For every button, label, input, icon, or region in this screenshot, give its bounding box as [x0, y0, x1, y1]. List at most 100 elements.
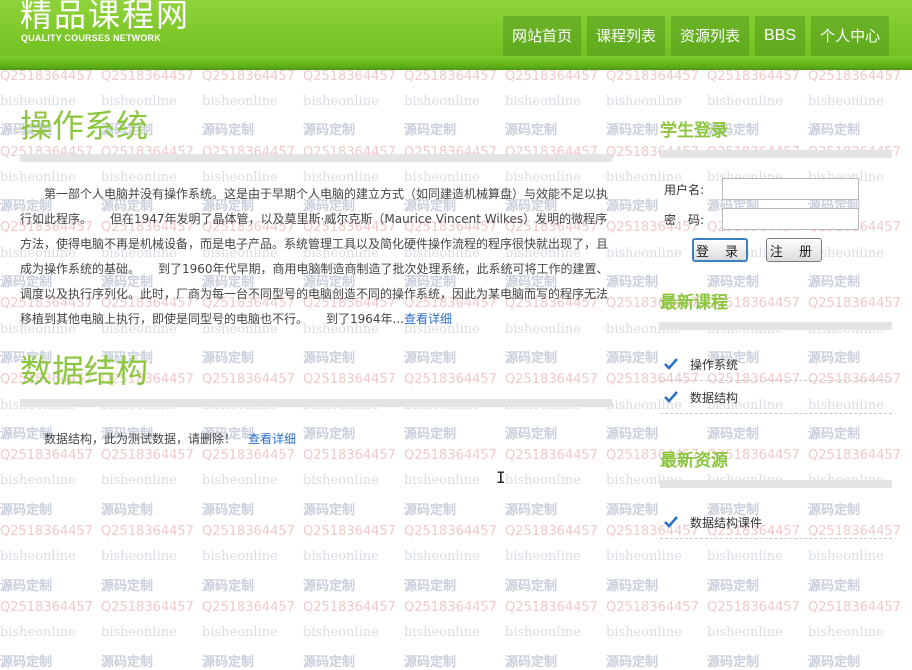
register-button[interactable]: 注 册: [766, 238, 822, 262]
watermark-text: 源码定制: [303, 578, 356, 594]
watermark-text: bisheonline: [808, 625, 884, 641]
divider: [20, 154, 612, 162]
watermark-text: 源码定制: [505, 502, 558, 518]
login-button[interactable]: 登 录: [692, 238, 748, 262]
divider: [660, 322, 892, 330]
watermark-text: 源码定制: [0, 502, 53, 518]
watermark-text: 源码定制: [808, 654, 861, 670]
watermark-text: 源码定制: [707, 578, 760, 594]
nav-bbs[interactable]: BBS: [755, 16, 806, 56]
watermark-text: Q2518364457: [707, 599, 800, 615]
username-row: 用户名:: [660, 178, 892, 200]
article-title: 操作系统: [20, 107, 149, 145]
watermark-text: bisheonline: [404, 473, 480, 489]
watermark-text: 源码定制: [101, 502, 154, 518]
watermark-text: Q2518364457: [505, 448, 598, 464]
watermark-text: bisheonline: [0, 549, 76, 565]
watermark-text: bisheonline: [303, 549, 379, 565]
watermark-text: 源码定制: [505, 578, 558, 594]
nav-resource-list[interactable]: 资源列表: [671, 16, 750, 56]
article-os: 操作系统 第一部个人电脑并没有操作系统。这是由于早期个人电脑的建立方式（如同建造…: [20, 100, 612, 332]
watermark-text: bisheonline: [505, 549, 581, 565]
latest-courses-list: 操作系统 数据结构: [660, 348, 892, 414]
article-summary: 数据结构，此为测试数据，请删除！ 查看详细: [20, 430, 612, 447]
watermark-text: Q2518364457: [404, 448, 497, 464]
article-data-structure: 数据结构 数据结构，此为测试数据，请删除！ 查看详细: [20, 345, 612, 447]
watermark-row: 源码定制 源码定制 源码定制 源码定制 源码定制 源码定制 源码定制 源码定制 源码定制: [0, 651, 909, 670]
username-input[interactable]: [722, 178, 859, 200]
list-item[interactable]: 操作系统: [660, 348, 892, 381]
watermark-text: 源码定制: [707, 654, 760, 670]
watermark-text: bisheonline: [202, 625, 278, 641]
watermark-text: Q2518364457: [101, 524, 194, 539]
watermark-text: Q2518364457: [303, 524, 396, 539]
watermark-text: 源码定制: [303, 502, 356, 518]
watermark-text: 源码定制: [0, 578, 53, 594]
watermark-text: Q2518364457: [101, 448, 194, 464]
watermark-text: bisheonline: [303, 473, 379, 489]
sidebar: 学生登录 用户名: 密 码: 登 录 注 册 最新课程 操作系统 数据结构 最新…: [660, 118, 892, 539]
watermark-text: bisheonline: [606, 625, 682, 641]
watermark-text: bisheonline: [707, 93, 783, 109]
view-details-link[interactable]: 查看详细: [248, 432, 296, 446]
watermark-text: 源码定制: [0, 654, 53, 670]
latest-resources-list: 数据结构课件: [660, 506, 892, 539]
list-item[interactable]: 数据结构课件: [660, 506, 892, 539]
login-buttons: 登 录 注 册: [660, 238, 892, 262]
watermark-text: 源码定制: [202, 578, 255, 594]
list-item[interactable]: 数据结构: [660, 381, 892, 414]
watermark-text: bisheonline: [707, 549, 783, 565]
watermark-text: bisheonline: [101, 549, 177, 565]
watermark-text: bisheonline: [202, 473, 278, 489]
watermark-text: Q2518364457: [303, 448, 396, 464]
divider: [20, 399, 612, 407]
watermark-text: Q2518364457: [606, 68, 699, 84]
password-input[interactable]: [722, 208, 859, 230]
article-text: 数据结构，此为测试数据，请删除！: [44, 432, 237, 446]
site-logo-title: 精品课程网: [20, 0, 191, 34]
watermark-text: Q2518364457: [0, 68, 93, 84]
latest-courses-panel: 最新课程 操作系统 数据结构: [660, 290, 892, 414]
watermark-row: bisheonline bisheonline bisheonline bisheon…: [0, 625, 909, 640]
watermark-text: bisheonline: [808, 549, 884, 565]
watermark-text: Q2518364457: [202, 599, 295, 615]
watermark-text: Q2518364457: [202, 448, 295, 464]
watermark-text: bisheonline: [101, 625, 177, 641]
latest-resources-title: 最新资源: [660, 451, 728, 471]
watermark-text: bisheonline: [505, 625, 581, 641]
watermark-text: Q2518364457: [0, 448, 93, 464]
watermark-row: Q2518364457 Q2518364457 Q2518364457 Q251836…: [0, 69, 909, 84]
watermark-text: 源码定制: [606, 654, 659, 670]
watermark-text: bisheonline: [0, 473, 76, 489]
resource-link[interactable]: 数据结构课件: [690, 514, 762, 531]
view-details-link[interactable]: 查看详细: [404, 312, 452, 326]
watermark-text: 源码定制: [606, 578, 659, 594]
nav-course-list[interactable]: 课程列表: [587, 16, 666, 56]
watermark-text: 源码定制: [505, 654, 558, 670]
watermark-text: Q2518364457: [505, 68, 598, 84]
course-link[interactable]: 操作系统: [690, 356, 738, 373]
watermark-text: 源码定制: [101, 654, 154, 670]
watermark-text: 源码定制: [404, 578, 457, 594]
watermark-text: bisheonline: [0, 625, 76, 641]
login-title: 学生登录: [660, 121, 728, 141]
watermark-text: 源码定制: [303, 654, 356, 670]
nav-personal-center[interactable]: 个人中心: [811, 16, 890, 56]
watermark-text: bisheonline: [404, 625, 480, 641]
nav-home[interactable]: 网站首页: [503, 16, 582, 56]
site-header: 精品课程网 QUALITY COURSES NETWORK 网站首页 课程列表 …: [0, 0, 912, 70]
check-icon: [664, 516, 678, 528]
watermark-text: bisheonline: [707, 625, 783, 641]
watermark-text: bisheonline: [404, 549, 480, 565]
watermark-text: Q2518364457: [303, 599, 396, 615]
header-strip: [0, 56, 912, 68]
watermark-text: bisheonline: [606, 93, 682, 109]
latest-courses-title: 最新课程: [660, 293, 728, 313]
divider: [660, 150, 892, 158]
watermark-text: Q2518364457: [505, 599, 598, 615]
watermark-text: Q2518364457: [404, 68, 497, 84]
watermark-text: Q2518364457: [0, 524, 93, 539]
watermark-row: 源码定制 源码定制 源码定制 源码定制 源码定制 源码定制 源码定制 源码定制 源码定制: [0, 575, 909, 594]
watermark-text: Q2518364457: [101, 68, 194, 84]
course-link[interactable]: 数据结构: [690, 389, 738, 406]
